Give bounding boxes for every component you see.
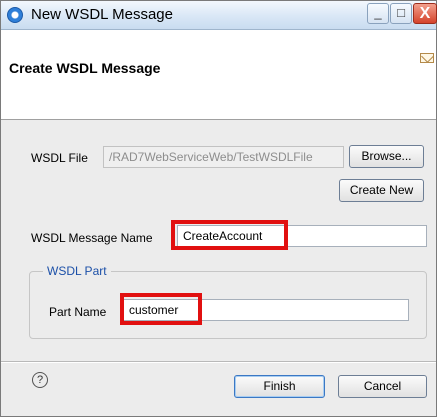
wsdl-file-field: /RAD7WebServiceWeb/TestWSDLFile xyxy=(103,146,344,168)
create-new-button[interactable]: Create New xyxy=(339,179,424,202)
close-button[interactable]: X xyxy=(413,3,437,24)
wsdl-app-icon xyxy=(7,7,23,23)
part-name-label: Part Name xyxy=(49,305,107,319)
browse-button[interactable]: Browse... xyxy=(349,145,424,168)
cancel-button[interactable]: Cancel xyxy=(338,375,427,398)
envelope-icon xyxy=(420,53,434,63)
minimize-button[interactable]: _ xyxy=(367,3,389,24)
wsdl-part-legend: WSDL Part xyxy=(43,264,111,278)
dialog-heading: Create WSDL Message xyxy=(9,60,161,76)
window-title: New WSDL Message xyxy=(31,6,173,23)
new-wsdl-message-dialog: New WSDL Message _ □ X Create WSDL Messa… xyxy=(0,0,437,417)
help-icon[interactable]: ? xyxy=(32,372,48,388)
message-name-label: WSDL Message Name xyxy=(31,231,153,245)
message-name-input[interactable]: CreateAccount xyxy=(177,225,427,247)
maximize-button[interactable]: □ xyxy=(390,3,412,24)
wsdl-file-label: WSDL File xyxy=(31,151,88,165)
part-name-input[interactable]: customer xyxy=(123,299,409,321)
footer-separator xyxy=(1,361,436,363)
dialog-header: Create WSDL Message xyxy=(1,30,436,120)
title-bar[interactable]: New WSDL Message _ □ X xyxy=(1,1,437,30)
finish-button[interactable]: Finish xyxy=(234,375,325,398)
